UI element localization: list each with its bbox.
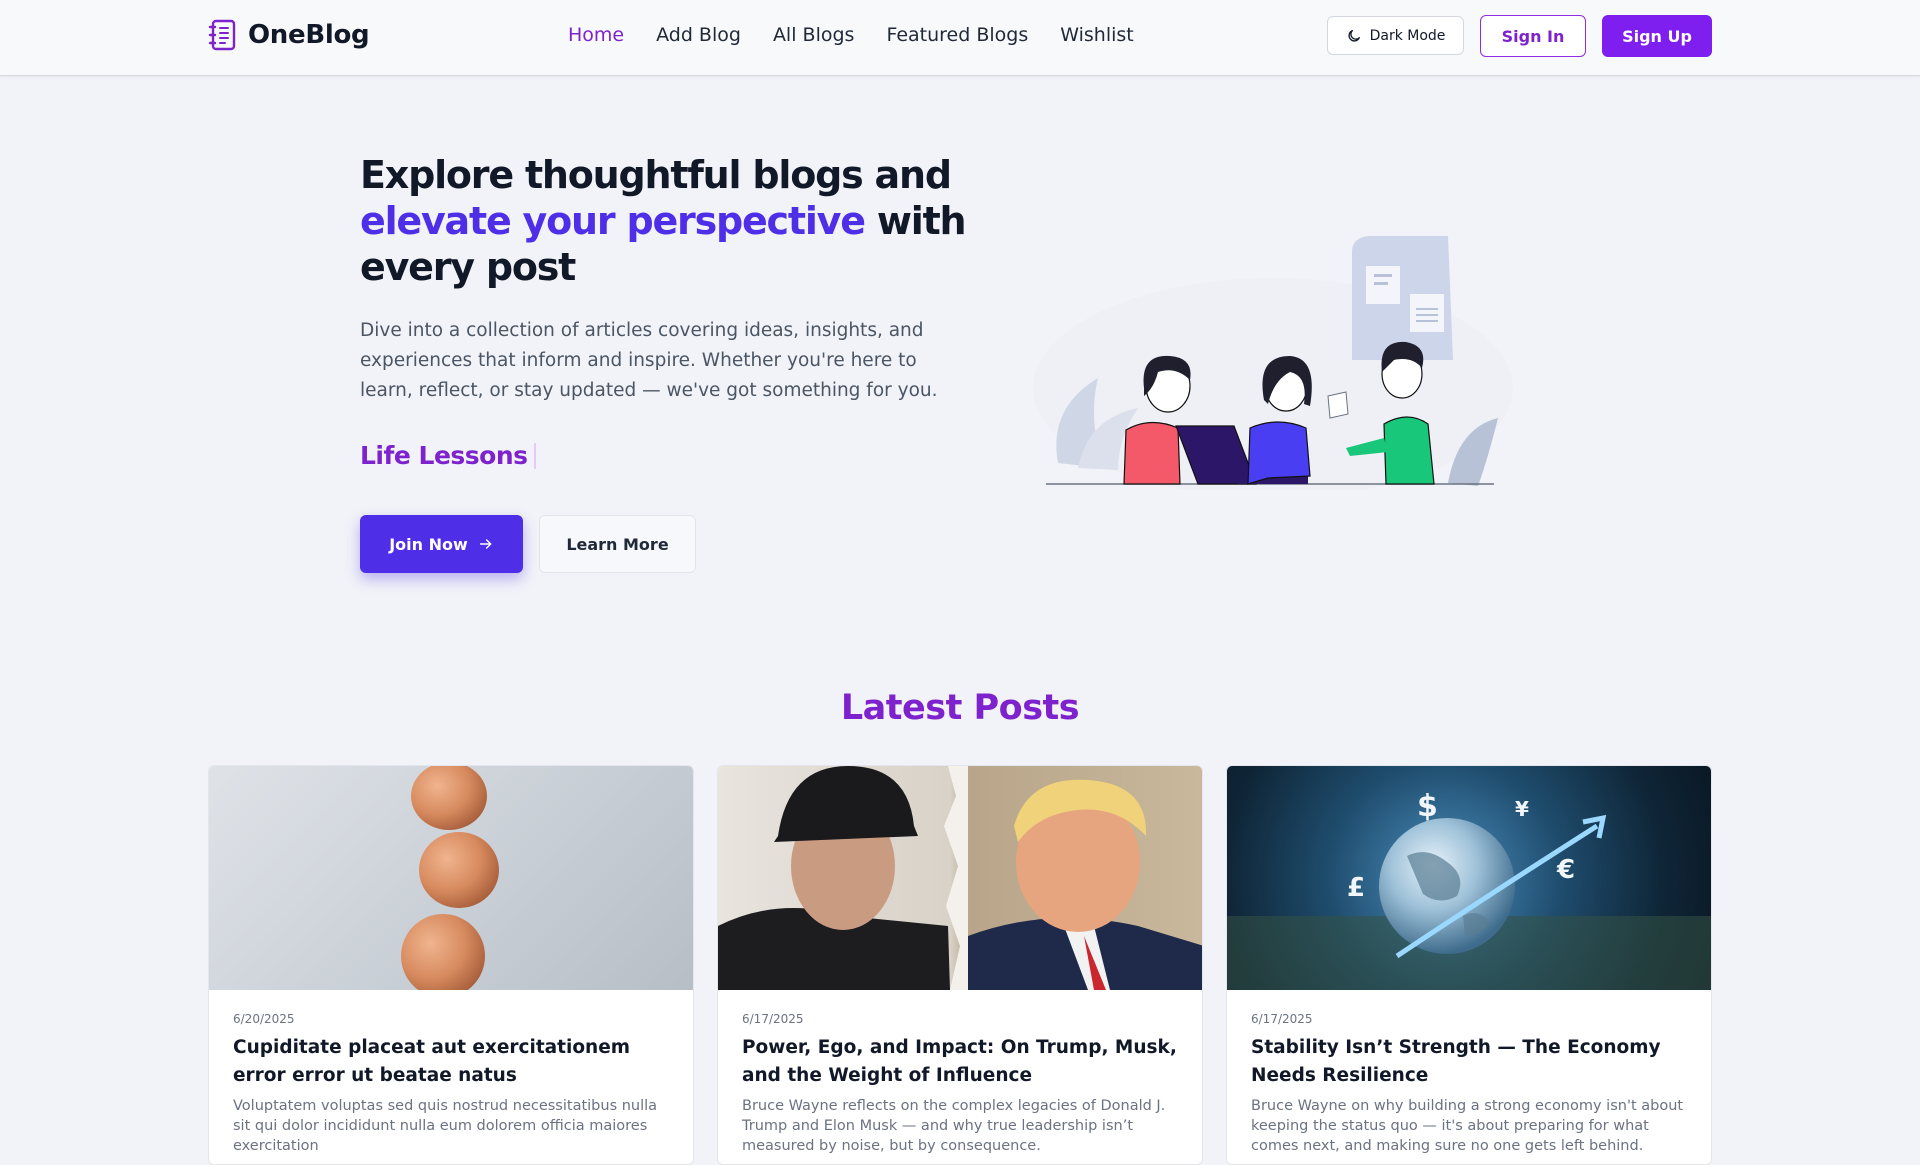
brand-logo[interactable]: OneBlog [208,18,370,52]
typewriter-text: Life Lessons [360,441,536,470]
join-now-label: Join Now [389,534,468,554]
two-men-portrait-photo [718,766,1202,990]
post-title[interactable]: Cupiditate placeat aut exercitationem er… [233,1034,669,1090]
dark-mode-label: Dark Mode [1369,27,1446,44]
learn-more-button[interactable]: Learn More [539,515,696,573]
join-now-button[interactable]: Join Now [360,515,523,573]
post-card[interactable]: 6/20/2025 Cupiditate placeat aut exercit… [208,765,694,1165]
hero-title: Explore thoughtful blogs and elevate you… [360,152,980,290]
portraits-graphic [718,766,1202,990]
hero-title-part3: every post [360,245,576,289]
post-excerpt: Voluptatem voluptas sed quis nostrud nec… [233,1098,658,1154]
stacked-eggs-photo [209,766,693,990]
nav-link-home[interactable]: Home [568,24,624,46]
nav-link-add-blog[interactable]: Add Blog [656,24,741,46]
svg-text:¥: ¥ [1515,797,1529,821]
brand-name: OneBlog [248,20,370,50]
nav-link-featured-blogs[interactable]: Featured Blogs [886,24,1028,46]
notebook-icon [208,19,236,51]
svg-text:$: $ [1417,789,1438,824]
eggs-graphic [401,766,499,990]
svg-text:£: £ [1347,873,1365,903]
typewriter-cursor [533,442,536,469]
svg-text:€: € [1556,855,1575,885]
hero-title-part1: Explore thoughtful blogs and [360,153,952,197]
post-date: 6/17/2025 [742,1012,804,1026]
hero-description: Dive into a collection of articles cover… [360,320,938,401]
globe-graphic: $ ¥ £ € [1227,789,1711,990]
nav-link-all-blogs[interactable]: All Blogs [773,24,855,46]
sign-up-button[interactable]: Sign Up [1602,15,1712,57]
post-excerpt: Bruce Wayne on why building a strong eco… [1251,1098,1684,1154]
arrow-right-icon [479,539,492,549]
team-working-illustration [1033,236,1513,490]
post-date: 6/20/2025 [233,1012,295,1026]
post-date: 6/17/2025 [1251,1012,1313,1026]
navbar: OneBlog Home Add Blog All Blogs Featured… [0,0,1920,76]
latest-posts-heading: Latest Posts [840,688,1080,728]
hero-title-accent: elevate your perspective [360,199,866,243]
hero-title-part2: with [876,199,967,243]
dark-mode-button[interactable]: Dark Mode [1327,16,1464,55]
nav-link-wishlist[interactable]: Wishlist [1060,24,1134,46]
moon-icon [1348,29,1360,42]
post-card[interactable]: $ ¥ £ € 6/17/2025 Stability Isn’t Streng… [1226,765,1712,1165]
typewriter-word: Life Lessons [360,441,528,470]
post-card[interactable]: 6/17/2025 Power, Ego, and Impact: On Tru… [717,765,1203,1165]
note-right [1410,294,1444,332]
globe-currency-photo: $ ¥ £ € [1227,766,1711,990]
post-excerpt: Bruce Wayne reflects on the complex lega… [742,1098,1166,1154]
post-title[interactable]: Power, Ego, and Impact: On Trump, Musk, … [742,1034,1178,1090]
sign-in-button[interactable]: Sign In [1480,15,1586,57]
main-nav: Home Add Blog All Blogs Featured Blogs W… [568,24,1134,46]
post-title[interactable]: Stability Isn’t Strength — The Economy N… [1251,1034,1687,1090]
